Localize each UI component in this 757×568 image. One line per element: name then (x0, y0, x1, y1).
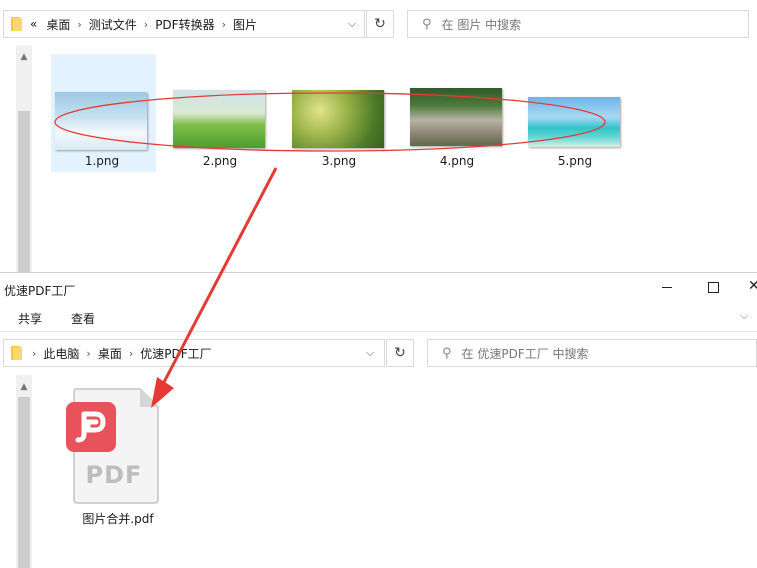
close-icon: ✕ (748, 278, 757, 294)
search-placeholder: 在 图片 中搜索 (441, 17, 522, 32)
chevron-right-icon[interactable]: › (32, 347, 36, 360)
folder-icon (10, 346, 24, 360)
breadcrumb-desktop[interactable]: 桌面 (98, 345, 122, 362)
yellow-flowers-thumbnail (292, 90, 384, 148)
ribbon-divider (0, 331, 757, 332)
refresh-icon: ↻ (394, 345, 406, 361)
breadcrumb-overflow[interactable]: « (30, 17, 37, 31)
chevron-right-icon[interactable]: › (86, 347, 90, 360)
minimize-icon (662, 287, 672, 288)
minimize-button[interactable] (660, 279, 674, 293)
file-item[interactable]: 4.png (405, 54, 509, 172)
chevron-right-icon[interactable]: › (144, 18, 148, 31)
breadcrumb-images[interactable]: 图片 (233, 16, 257, 33)
file-name: 图片合并.pdf (82, 512, 154, 526)
green-field-thumbnail (173, 90, 265, 148)
window-title: 优速PDF工厂 (4, 284, 76, 298)
breadcrumb-this-pc[interactable]: 此电脑 (43, 345, 79, 362)
maximize-icon (708, 282, 719, 293)
breadcrumb-youshu-pdf[interactable]: 优速PDF工厂 (140, 345, 211, 362)
search-placeholder: 在 优速PDF工厂 中搜索 (461, 346, 589, 361)
refresh-icon: ↻ (374, 16, 386, 32)
close-button[interactable]: ✕ (748, 278, 757, 294)
vertical-scrollbar[interactable]: ▲ (16, 375, 32, 568)
search-icon: ⚲ (442, 345, 452, 361)
scroll-up-icon[interactable]: ▲ (16, 379, 32, 395)
chevron-right-icon[interactable]: › (129, 347, 133, 360)
file-name: 5.png (557, 154, 593, 168)
address-bar[interactable]: « 桌面 › 测试文件 › PDF转换器 › 图片 ⌵ (3, 10, 365, 38)
tab-share[interactable]: 共享 (18, 310, 42, 327)
refresh-button[interactable]: ↻ (386, 339, 414, 367)
folder-icon (10, 17, 24, 31)
file-item[interactable]: 5.png (523, 54, 627, 172)
breadcrumb-pdf-converter[interactable]: PDF转换器 (155, 16, 214, 33)
chevron-right-icon[interactable]: › (77, 18, 81, 31)
tab-view[interactable]: 查看 (71, 310, 95, 327)
file-item[interactable]: 1.png (50, 54, 154, 172)
top-explorer-window: « 桌面 › 测试文件 › PDF转换器 › 图片 ⌵ ↻ ⚲ 在 图片 中搜索… (0, 0, 757, 272)
pdf-file-item[interactable]: PDF 图片合并.pdf (60, 385, 176, 530)
sky-clouds-thumbnail (55, 92, 147, 150)
expand-ribbon-icon[interactable]: ⌵ (740, 309, 748, 323)
pdf-label-text: PDF (85, 461, 143, 489)
search-icon: ⚲ (422, 16, 432, 32)
breadcrumb-desktop[interactable]: 桌面 (46, 16, 70, 33)
chevron-right-icon[interactable]: › (222, 18, 226, 31)
file-item[interactable]: 3.png (287, 54, 391, 172)
search-input[interactable]: ⚲ 在 图片 中搜索 (407, 10, 749, 38)
file-name: 2.png (202, 154, 238, 168)
breadcrumb-test-files[interactable]: 测试文件 (89, 16, 137, 33)
search-input[interactable]: ⚲ 在 优速PDF工厂 中搜索 (427, 339, 757, 367)
pdf-badge (66, 402, 116, 452)
scroll-up-icon[interactable]: ▲ (16, 49, 32, 65)
chevron-down-icon[interactable]: ⌵ (342, 11, 362, 37)
scroll-thumb[interactable] (18, 397, 30, 568)
address-bar[interactable]: › 此电脑 › 桌面 › 优速PDF工厂 ⌵ (3, 339, 385, 367)
file-item[interactable]: 2.png (168, 54, 272, 172)
chevron-down-icon[interactable]: ⌵ (360, 340, 380, 366)
tropical-beach-thumbnail (528, 97, 620, 147)
file-name: 1.png (84, 154, 120, 168)
refresh-button[interactable]: ↻ (366, 10, 394, 38)
maximize-button[interactable] (706, 279, 720, 293)
file-name: 4.png (439, 154, 475, 168)
river-stones-thumbnail (410, 88, 502, 146)
scroll-thumb[interactable] (18, 111, 30, 272)
file-name: 3.png (321, 154, 357, 168)
pdf-logo-icon (75, 411, 106, 443)
vertical-scrollbar[interactable]: ▲ (16, 45, 32, 272)
bottom-explorer-window: 优速PDF工厂 ✕ 共享 查看 ⌵ › 此电脑 › 桌面 › 优速PDF工厂 ⌵… (0, 272, 757, 568)
